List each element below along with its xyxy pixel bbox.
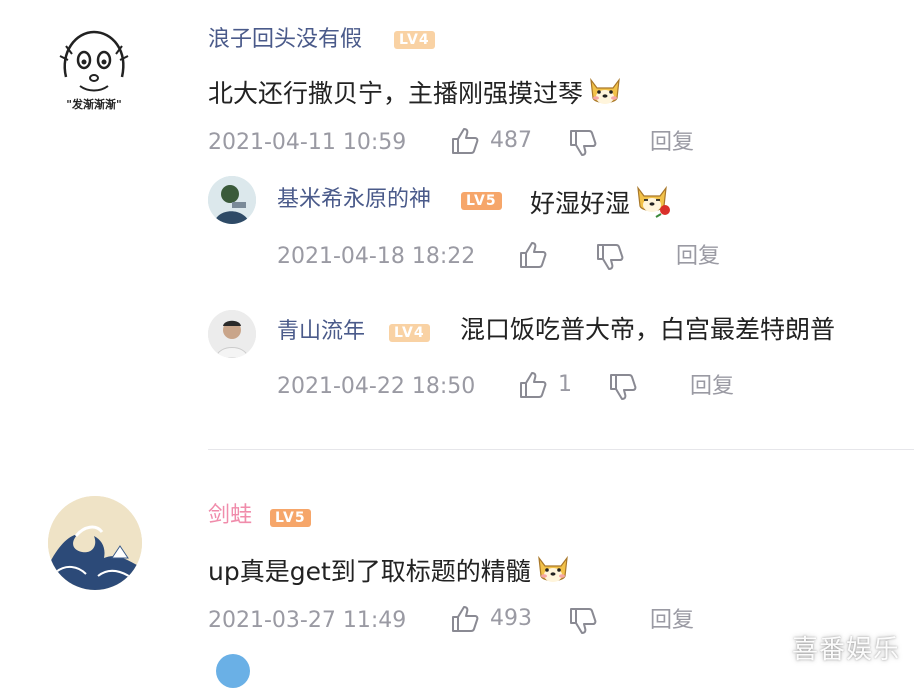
avatar[interactable]: "发渐渐渐" — [46, 22, 142, 118]
like-count: 487 — [490, 128, 532, 153]
comment-text: 好湿好湿 — [530, 182, 674, 226]
doge-icon — [587, 74, 623, 116]
doge-rose-icon — [634, 182, 674, 226]
reply-item: 基米希永原的神 LV5 好湿好湿 2021-04-18 18:22 回复 — [0, 170, 914, 290]
username[interactable]: 青山流年 — [277, 318, 365, 346]
comment-text: 北大还行撒贝宁，主播刚强摸过琴 — [208, 74, 623, 116]
thumb-up-icon — [452, 128, 479, 154]
like-button[interactable]: 493 — [450, 604, 532, 634]
timestamp: 2021-03-27 11:49 — [208, 608, 407, 633]
doge-icon — [535, 552, 571, 594]
avatar[interactable] — [208, 176, 256, 224]
dislike-button[interactable] — [595, 242, 625, 272]
level-badge: LV4 — [389, 324, 430, 342]
username[interactable]: 浪子回头没有假 — [208, 26, 362, 54]
avatar-player-icon — [208, 176, 256, 224]
avatar[interactable] — [208, 310, 256, 358]
comment-text: up真是get到了取标题的精髓 — [208, 552, 571, 594]
username[interactable]: 基米希永原的神 — [277, 186, 431, 214]
avatar-caption: "发渐渐渐" — [66, 98, 122, 111]
dislike-button[interactable] — [568, 606, 598, 636]
like-count: 493 — [490, 606, 532, 631]
level-badge: LV5 — [270, 509, 311, 527]
comment-text: 混口饭吃普大帝，白宫最差特朗普 — [460, 314, 835, 346]
thumb-down-icon — [610, 374, 637, 400]
timestamp: 2021-04-18 18:22 — [277, 244, 476, 269]
thumb-up-icon — [520, 242, 547, 268]
watermark: 喜番娱乐 — [791, 635, 900, 665]
comment-text-body: 北大还行撒贝宁，主播刚强摸过琴 — [208, 79, 584, 108]
like-count: 1 — [558, 372, 572, 397]
thumb-down-icon — [570, 608, 597, 634]
level-badge: LV4 — [394, 31, 435, 49]
comment-text-body: 好湿好湿 — [530, 189, 631, 218]
username[interactable]: 剑蛙 — [208, 502, 252, 530]
like-button[interactable]: 487 — [450, 126, 532, 156]
thumb-down-icon — [570, 130, 597, 156]
reply-button[interactable]: 回复 — [650, 129, 694, 157]
timestamp: 2021-04-11 10:59 — [208, 130, 407, 155]
level-badge: LV5 — [461, 192, 502, 210]
comment-text-body: 混口饭吃普大帝，白宫最差特朗普 — [460, 315, 836, 344]
avatar[interactable] — [216, 654, 250, 688]
timestamp: 2021-04-22 18:50 — [277, 374, 476, 399]
avatar[interactable] — [48, 496, 142, 590]
comment-item: "发渐渐渐" 浪子回头没有假 LV4 北大还行撒贝宁，主播刚强摸过琴 2021-… — [0, 0, 914, 180]
avatar-great-wave-icon — [48, 496, 142, 590]
reply-button[interactable]: 回复 — [650, 607, 694, 635]
dislike-button[interactable] — [608, 372, 638, 402]
reply-button[interactable]: 回复 — [690, 373, 734, 401]
reply-item: 青山流年 LV4 混口饭吃普大帝，白宫最差特朗普 2021-04-22 18:5… — [0, 300, 914, 420]
thumb-down-icon — [597, 244, 624, 270]
avatar-person-icon — [208, 310, 256, 358]
comment-item: 剑蛙 LV5 up真是get到了取标题的精髓 2021-03-27 11:49 … — [0, 480, 914, 660]
like-button[interactable] — [518, 240, 548, 270]
thumb-up-icon — [452, 606, 479, 632]
thumb-up-icon — [520, 372, 547, 398]
comment-text-body: up真是get到了取标题的精髓 — [208, 557, 531, 586]
divider — [208, 449, 914, 450]
reply-button[interactable]: 回复 — [676, 243, 720, 271]
like-button[interactable]: 1 — [518, 370, 572, 400]
dislike-button[interactable] — [568, 128, 598, 158]
